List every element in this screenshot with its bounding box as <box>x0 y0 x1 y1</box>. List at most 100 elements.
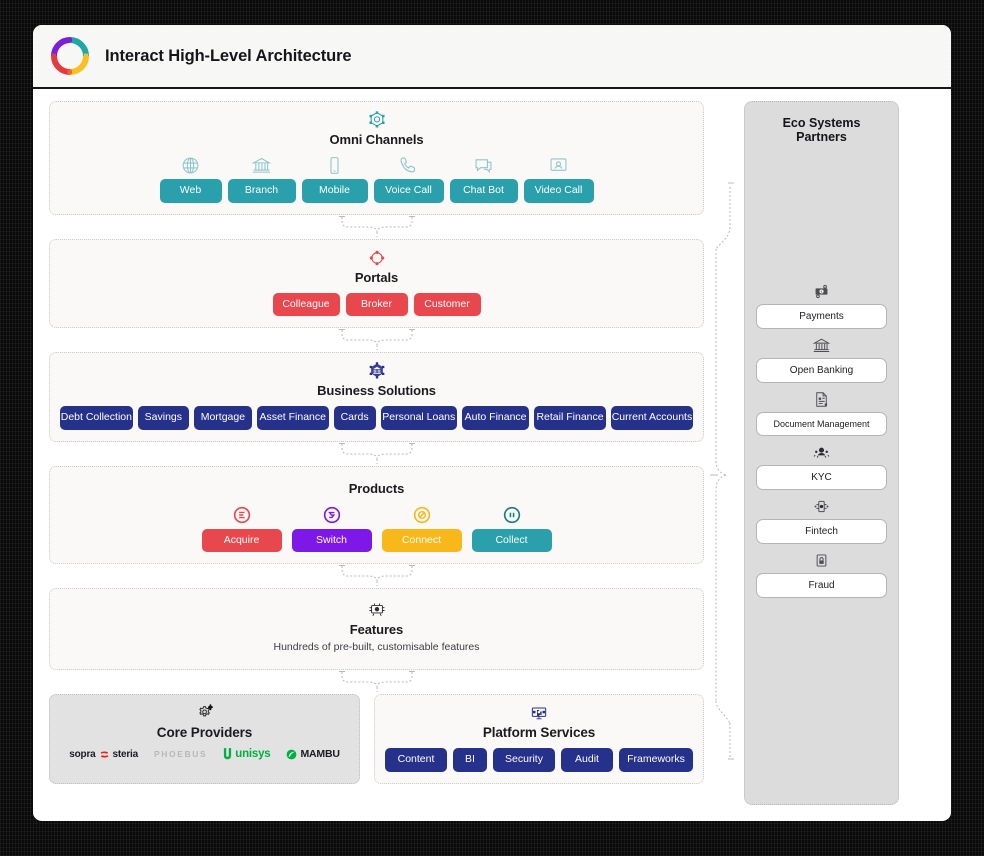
omni-icon-row <box>60 155 693 176</box>
section-title: Omni Channels <box>329 132 424 147</box>
pill-acquire[interactable]: Acquire <box>201 528 282 553</box>
section-platform-services: Platform Services Content BI Security Au… <box>374 694 704 784</box>
payment-card-icon: € <box>756 282 887 301</box>
section-title: Core Providers <box>156 725 253 741</box>
portal-ring-icon <box>60 248 693 268</box>
diagram-body: Omni Channels Web Branch Mobile Voice Ca… <box>33 89 951 819</box>
eco-systems-list: € Payments Open Banking Document Managem… <box>756 282 887 605</box>
unisys-logo: unisys <box>223 748 271 760</box>
eco-chip-label[interactable]: Payments <box>756 304 887 329</box>
pill-cards[interactable]: Cards <box>333 406 376 430</box>
pill-video-call[interactable]: Video Call <box>523 179 594 203</box>
foundation-row: Core Providers sopra steria PHOEBUS unis… <box>49 694 704 784</box>
section-title: Features <box>349 622 404 638</box>
pill-current-accounts[interactable]: Current Accounts <box>610 406 693 430</box>
pill-connect[interactable]: Connect <box>381 528 462 553</box>
platform-pill-row: Content BI Security Audit Frameworks <box>385 748 693 772</box>
screenshot-frame: Interact High-Level Architecture Omni Ch… <box>0 0 984 856</box>
sopra-steria-mark <box>100 751 108 758</box>
connect-ring-icon <box>382 504 462 526</box>
connector-brace-2 <box>49 328 704 352</box>
business-pill-row: Debt Collection Savings Mortgage Asset F… <box>60 406 693 430</box>
mobile-phone-icon <box>302 155 368 176</box>
pill-collect[interactable]: Collect <box>471 528 552 553</box>
pill-customer[interactable]: Customer <box>413 292 481 317</box>
eco-item-kyc[interactable]: KYC <box>756 443 887 490</box>
section-title: Business Solutions <box>317 383 436 399</box>
svg-text:€: € <box>821 290 823 294</box>
eco-chip-label[interactable]: Open Banking <box>756 358 887 383</box>
eco-item-fraud[interactable]: Fraud <box>756 551 887 598</box>
eco-chip-label[interactable]: Fraud <box>756 573 887 598</box>
pill-frameworks[interactable]: Frameworks <box>619 748 693 772</box>
mambu-mark <box>287 749 297 760</box>
products-pill-row: Acquire Switch Connect Collect <box>60 528 693 553</box>
architecture-card: Interact High-Level Architecture Omni Ch… <box>33 25 951 821</box>
connector-brace-4 <box>49 564 704 588</box>
provider-name-mambu: MAMBU <box>300 748 340 761</box>
eco-item-document-management[interactable]: Document Management <box>756 390 887 436</box>
provider-name-steria: steria <box>112 748 139 760</box>
pill-personal-loans[interactable]: Personal Loans <box>380 406 458 430</box>
pill-voice-call[interactable]: Voice Call <box>373 179 444 203</box>
eco-item-payments[interactable]: € Payments <box>756 282 887 329</box>
page-header: Interact High-Level Architecture <box>33 25 951 89</box>
pill-mobile[interactable]: Mobile <box>301 179 368 203</box>
section-core-providers: Core Providers sopra steria PHOEBUS unis… <box>49 694 360 784</box>
gear-puzzle-icon <box>60 703 349 723</box>
unisys-mark <box>224 748 232 760</box>
omni-pill-row: Web Branch Mobile Voice Call Chat Bot Vi… <box>60 179 693 203</box>
phoebus-logo: PHOEBUS <box>154 749 207 759</box>
pill-auto-finance[interactable]: Auto Finance <box>462 406 530 430</box>
eco-chip-label[interactable]: KYC <box>756 465 887 490</box>
section-features: Features Hundreds of pre-built, customis… <box>49 588 704 671</box>
pill-savings[interactable]: Savings <box>137 406 189 430</box>
provider-name-sopra: sopra <box>69 748 96 760</box>
section-portals: Portals Colleague Broker Customer <box>49 238 704 329</box>
document-icon <box>756 390 887 409</box>
lock-icon <box>756 551 887 570</box>
section-business-solutions: Business Solutions Debt Collection Savin… <box>49 352 704 442</box>
interact-ring-logo <box>49 35 91 77</box>
section-title: Portals <box>354 269 399 285</box>
pill-retail-finance[interactable]: Retail Finance <box>534 406 606 430</box>
switch-ring-icon <box>292 504 372 526</box>
pill-asset-finance[interactable]: Asset Finance <box>256 406 329 430</box>
platform-monitor-icon <box>385 703 693 723</box>
pill-content[interactable]: Content <box>385 748 447 772</box>
eco-item-open-banking[interactable]: Open Banking <box>756 336 887 383</box>
pill-switch[interactable]: Switch <box>291 528 372 553</box>
eco-item-fintech[interactable]: Fintech <box>756 497 887 544</box>
page-title: Interact High-Level Architecture <box>105 46 352 65</box>
bank-building-icon <box>228 155 296 176</box>
eco-systems-panel-col: Eco Systems Partners € Payments Open Ban… <box>744 101 899 805</box>
products-icon-row <box>60 504 693 526</box>
connector-brace-3 <box>49 442 704 466</box>
pill-security[interactable]: Security <box>493 748 555 772</box>
eco-connector-brace <box>704 101 744 805</box>
portals-pill-row: Colleague Broker Customer <box>60 292 693 317</box>
pill-debt-collection[interactable]: Debt Collection <box>60 406 133 430</box>
section-title: Platform Services <box>482 725 596 741</box>
chat-bubble-icon <box>450 155 518 176</box>
connector-brace-1 <box>49 215 704 239</box>
pill-web[interactable]: Web <box>159 179 222 203</box>
section-products: Products Acquire Switch Connect Collect <box>49 465 704 565</box>
globe-icon <box>160 155 222 176</box>
hexagon-node-icon <box>60 110 693 130</box>
pill-mortgage[interactable]: Mortgage <box>194 406 252 430</box>
pill-broker[interactable]: Broker <box>345 292 408 317</box>
pill-bi[interactable]: BI <box>453 748 487 772</box>
section-title: Products <box>348 480 405 496</box>
acquire-ring-icon <box>202 504 282 526</box>
eco-chip-label[interactable]: Fintech <box>756 519 887 544</box>
layer-stack: Omni Channels Web Branch Mobile Voice Ca… <box>49 101 704 805</box>
features-chip-icon <box>60 600 693 620</box>
provider-name-phoebus: PHOEBUS <box>154 749 208 760</box>
pill-chat-bot[interactable]: Chat Bot <box>449 179 518 203</box>
provider-row: sopra steria PHOEBUS unisys MAMBU <box>60 748 349 760</box>
pill-audit[interactable]: Audit <box>561 748 613 772</box>
eco-chip-label[interactable]: Document Management <box>756 412 887 436</box>
pill-colleague[interactable]: Colleague <box>272 292 340 317</box>
pill-branch[interactable]: Branch <box>227 179 296 203</box>
